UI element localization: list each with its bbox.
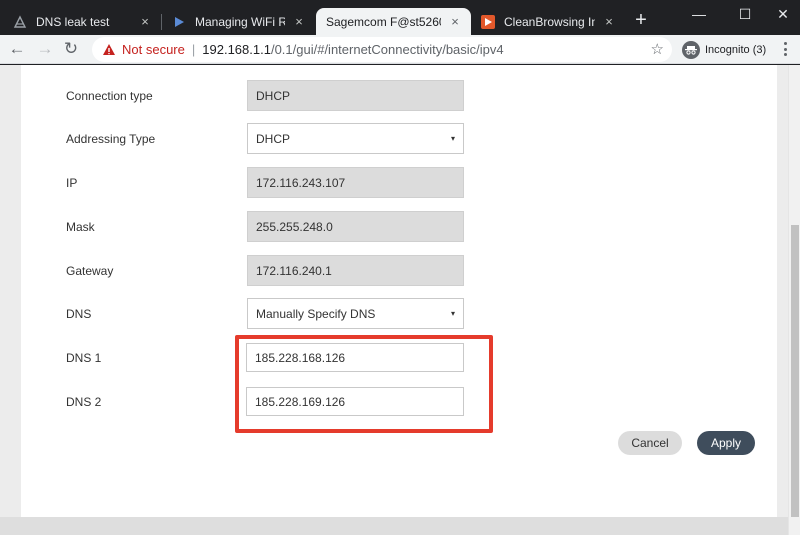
tab-title: CleanBrowsing Installatio — [504, 14, 595, 29]
ip-value: 172.116.243.107 — [256, 175, 346, 190]
tab-title: DNS leak test — [36, 14, 110, 29]
incognito-label: Incognito (3) — [705, 43, 767, 56]
back-button[interactable]: ← — [6, 38, 28, 60]
scrollbar-thumb[interactable] — [791, 225, 799, 517]
cancel-button[interactable]: Cancel — [618, 431, 682, 455]
label-mask: Mask — [66, 220, 95, 234]
close-window-button[interactable]: ✕ — [760, 0, 800, 28]
label-ip: IP — [66, 176, 78, 190]
incognito-icon — [682, 40, 700, 59]
tab-managing-wifi[interactable]: Managing WiFi Router S × — [163, 8, 315, 35]
tab-close-icon[interactable]: × — [137, 14, 153, 30]
connection-type-value: DHCP — [256, 88, 291, 103]
ip-field: 172.116.243.107 — [247, 167, 464, 198]
url-text[interactable]: 192.168.1.1/0.1/gui/#/internetConnectivi… — [202, 42, 503, 57]
label-dns1: DNS 1 — [66, 351, 102, 365]
mask-value: 255.255.248.0 — [256, 219, 333, 234]
tab-close-icon[interactable]: × — [601, 14, 617, 30]
tab-close-icon[interactable]: × — [447, 14, 463, 30]
tab-separator — [161, 14, 162, 30]
bookmark-star-icon[interactable]: ☆ — [651, 40, 664, 58]
addressing-type-select[interactable]: DHCP ▾ — [247, 123, 464, 154]
tab-dns-leak-test[interactable]: DNS leak test × — [4, 8, 161, 35]
new-tab-button[interactable]: + — [630, 9, 652, 31]
tab-cleanbrowsing[interactable]: CleanBrowsing Installatio × — [472, 8, 625, 35]
omnibox-divider: | — [191, 42, 196, 57]
url-host: 192.168.1.1 — [202, 42, 271, 57]
tab-sagemcom-router[interactable]: Sagemcom F@st5260 Ro × — [316, 8, 471, 35]
addressing-type-value: DHCP — [256, 131, 291, 146]
mask-field: 255.255.248.0 — [247, 211, 464, 242]
label-dns2: DNS 2 — [66, 395, 102, 409]
page-viewport: Connection type DHCP Addressing Type DHC… — [0, 65, 800, 535]
minimize-button[interactable]: — — [676, 0, 722, 28]
label-dns: DNS — [66, 307, 92, 321]
tab-strip: DNS leak test × Managing WiFi Router S ×… — [0, 0, 800, 35]
reload-button[interactable]: ↻ — [60, 38, 82, 60]
forward-button[interactable]: → — [34, 38, 56, 60]
page-bottom-area — [0, 517, 800, 535]
url-path: /0.1/gui/#/internetConnectivity/basic/ip… — [270, 42, 504, 57]
connection-type-field: DHCP — [247, 80, 464, 111]
dns-mode-value: Manually Specify DNS — [256, 306, 376, 321]
label-connection-type: Connection type — [66, 89, 153, 103]
dropdown-caret-icon: ▾ — [450, 134, 455, 143]
label-addressing-type: Addressing Type — [66, 132, 156, 146]
play-favicon-icon — [171, 14, 187, 30]
dns-highlight-box — [235, 335, 493, 433]
tab-close-icon[interactable]: × — [291, 14, 307, 30]
gateway-value: 172.116.240.1 — [256, 263, 332, 278]
page-scrollbar[interactable] — [788, 65, 800, 535]
dns-leak-favicon-icon — [12, 14, 28, 30]
browser-toolbar: ← → ↻ Not secure | 192.168.1.1/0.1/gui/#… — [0, 35, 800, 64]
apply-button[interactable]: Apply — [697, 431, 755, 455]
menu-dots-icon[interactable] — [778, 40, 792, 58]
not-secure-label[interactable]: Not secure — [122, 42, 185, 57]
cleanbrowsing-favicon-icon — [480, 14, 496, 30]
ipv4-settings-panel: Connection type DHCP Addressing Type DHC… — [21, 65, 777, 517]
dropdown-caret-icon: ▾ — [450, 309, 455, 318]
incognito-indicator[interactable]: Incognito (3) — [682, 39, 766, 60]
address-bar[interactable]: Not secure | 192.168.1.1/0.1/gui/#/inter… — [92, 37, 672, 62]
dns-mode-select[interactable]: Manually Specify DNS ▾ — [247, 298, 464, 329]
tab-title: Managing WiFi Router S — [195, 14, 285, 29]
tab-title: Sagemcom F@st5260 Ro — [326, 14, 441, 29]
warning-icon[interactable] — [102, 43, 116, 57]
label-gateway: Gateway — [66, 264, 114, 278]
gateway-field: 172.116.240.1 — [247, 255, 464, 286]
